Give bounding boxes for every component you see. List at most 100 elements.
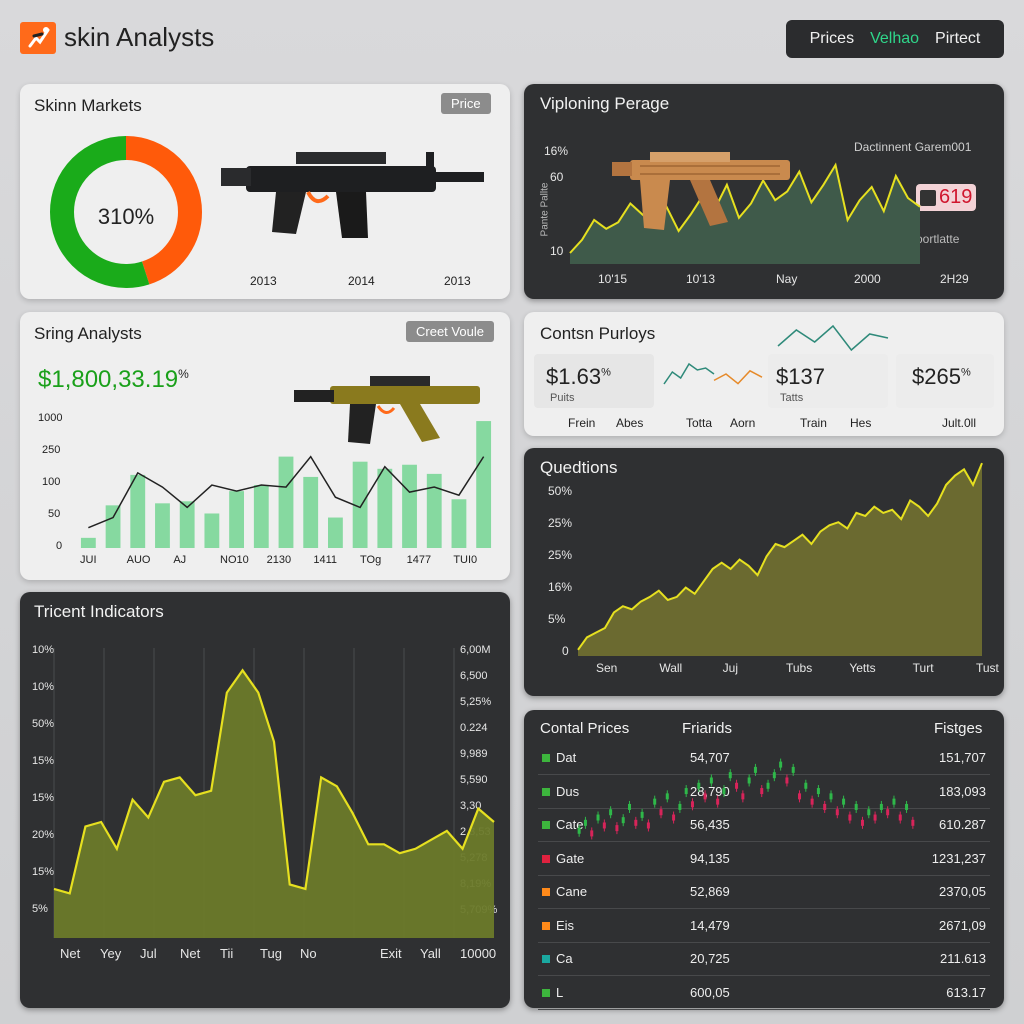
quedtions-x-tick: Turt — [912, 661, 934, 675]
candle-body — [747, 777, 751, 784]
row-right-value: 613.17 — [946, 984, 986, 1000]
candle-body — [690, 801, 694, 808]
skin-x-label-2: 2014 — [348, 274, 375, 288]
contal-col3: Fistges — [934, 720, 983, 737]
row-right-value: 211.613 — [939, 951, 986, 966]
skin-markets-title: Skinn Markets — [34, 96, 142, 115]
badge-icon — [920, 189, 936, 206]
copper-rifle-image — [612, 152, 790, 230]
rifle-image — [221, 152, 484, 238]
string-bar-line-chart — [80, 421, 492, 548]
viploning-vertical-label: Pante Pallte — [539, 182, 551, 237]
stat-3-value: $265% — [912, 364, 971, 389]
candle-body — [760, 788, 764, 795]
viploning-y-3: 10 — [550, 244, 564, 258]
table-row[interactable]: Gate 94,135 1231,237 — [524, 845, 1004, 875]
candle-body — [854, 803, 858, 810]
candle-body — [816, 788, 820, 795]
quedtions-x-tick: Tubs — [786, 661, 813, 675]
string-bar — [278, 456, 294, 548]
big-value-text: $1,800,33.19 — [38, 366, 179, 393]
row-color-marker — [542, 821, 550, 829]
row-mid-value: 52,869 — [690, 884, 730, 899]
string-big-value: $1,800,33.19% — [38, 366, 189, 394]
sparkline-mid — [663, 362, 763, 385]
tricent-x-tick: Tug — [260, 946, 282, 961]
candle-body — [804, 782, 808, 789]
candle-body — [602, 822, 606, 829]
string-bar — [155, 503, 170, 548]
app-title: skin Analysts — [64, 22, 215, 52]
string-x-axis: JUI AUO AJ NO10 2130 1411 TOg 1477 TUI0 — [76, 554, 496, 570]
nav-prices[interactable]: Prices — [810, 30, 854, 48]
candle-body — [665, 793, 669, 800]
string-bar — [402, 464, 417, 548]
stat-box-1: $1.63% Puits — [534, 354, 654, 408]
row-mid-value: 14,479 — [690, 917, 730, 933]
candle-body — [785, 777, 789, 784]
creet-voule-button[interactable]: Creet Voule — [406, 321, 494, 342]
candle-body — [653, 798, 657, 805]
candle-body — [697, 782, 701, 789]
row-name: Eis — [542, 918, 574, 933]
tricent-x-tick: Yey — [100, 946, 122, 961]
candle-body — [753, 766, 757, 773]
tricent-title: Tricent Indicators — [34, 602, 164, 621]
nav-velhao[interactable]: Velhao — [870, 30, 919, 48]
contal-title: Contal Prices — [540, 720, 630, 737]
quedtions-x-tick: Sen — [596, 661, 618, 675]
row-color-marker — [542, 754, 550, 762]
row-name: Dus — [542, 784, 579, 799]
quedtions-y-tick: 50% — [548, 484, 573, 498]
candle-body — [867, 809, 871, 816]
candle-body — [911, 819, 915, 826]
sparkline-top-line — [777, 324, 889, 352]
string-analysts-card: Sring Analysts Creet Voule $1,800,33.19%… — [20, 312, 510, 580]
candle-body — [703, 793, 707, 800]
tricent-x-tick: Yall — [420, 946, 441, 961]
nav-pirtect[interactable]: Pirtect — [935, 30, 980, 48]
candle-body — [621, 817, 625, 824]
string-bar — [303, 476, 319, 548]
candle-body — [779, 761, 783, 768]
candle-body — [722, 788, 726, 795]
table-row[interactable]: Eis 14,479 2671,09 — [524, 912, 1004, 942]
tricent-card: Tricent Indicators 10% 10% 50% 15% 15% 20% 15%… — [20, 592, 510, 1008]
string-bar — [451, 499, 467, 548]
row-name: L — [542, 985, 563, 1000]
price-button[interactable]: Price — [441, 93, 491, 114]
foot-2b: Aorn — [730, 416, 756, 430]
string-y-1: 1000 — [38, 412, 63, 424]
quedtions-y-tick: 16% — [548, 580, 573, 594]
candle-body — [596, 814, 600, 821]
string-analysts-title: Sring Analysts — [34, 324, 142, 343]
row-right-value: 610.287 — [939, 817, 986, 832]
string-bar — [328, 517, 343, 548]
tricent-x-tick: No — [300, 946, 317, 961]
foot-3a: Train — [800, 416, 827, 430]
viploning-badge: 619 — [916, 184, 977, 211]
tricent-x-tick: Tii — [220, 946, 234, 961]
table-row[interactable]: L 600,05 613.17 — [524, 979, 1004, 1009]
string-bar — [476, 421, 492, 548]
viploning-title: Viploning Perage — [540, 94, 670, 113]
string-y-3: 100 — [42, 476, 61, 488]
contsn-purloys-card: Contsn Purloys $1.63% Puits $137 Tatts $… — [524, 312, 1004, 436]
tricent-x-tick: Net — [60, 946, 81, 961]
candle-body — [709, 777, 713, 784]
candle-body — [766, 782, 770, 789]
quedtions-area-chart — [577, 462, 983, 656]
candle-body — [678, 803, 682, 810]
quedtions-x-tick: Wall — [659, 661, 683, 675]
stat-1-sub: Puits — [550, 392, 575, 404]
candle-body — [892, 798, 896, 805]
string-bar — [377, 468, 393, 548]
candle-body — [577, 827, 581, 834]
row-color-marker — [542, 921, 550, 930]
table-row[interactable]: Cane 52,869 2370,05 — [524, 878, 1004, 908]
table-row[interactable]: Ca 20,725 211.613 — [524, 945, 1004, 975]
candle-body — [735, 782, 739, 789]
row-color-marker — [542, 888, 550, 896]
candle-body — [634, 819, 638, 826]
viploning-x-5: 2H29 — [940, 272, 969, 286]
